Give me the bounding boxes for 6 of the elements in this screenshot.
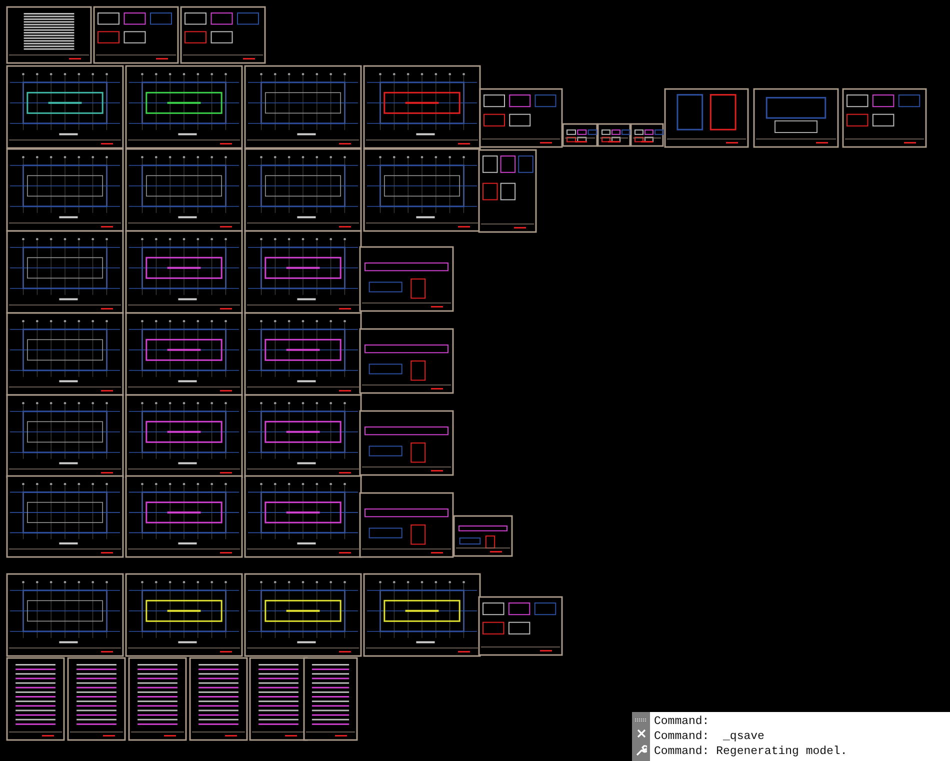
grip-icon[interactable] <box>635 718 647 722</box>
command-history-line: Command: _qsave <box>654 729 766 744</box>
wrench-icon[interactable] <box>636 744 646 756</box>
command-history-line: Command: Regenerating model. <box>654 744 848 759</box>
command-history-line: Command: <box>654 714 710 729</box>
close-icon[interactable] <box>636 728 646 738</box>
